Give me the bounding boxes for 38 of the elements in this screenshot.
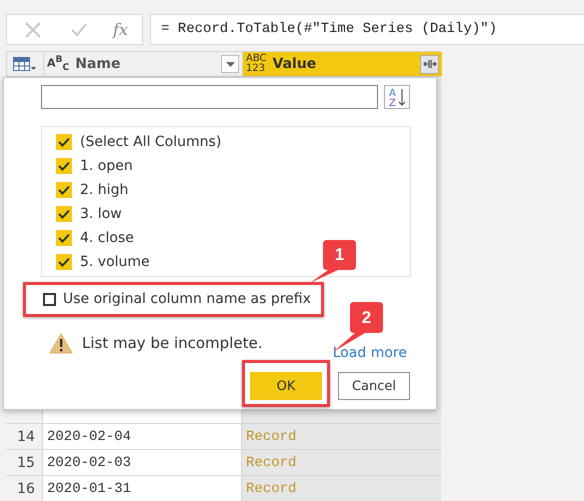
fx-button[interactable]: fx <box>113 20 128 39</box>
type-label: ABC 123 <box>246 54 267 74</box>
check-icon[interactable] <box>70 22 88 38</box>
checkbox[interactable] <box>43 292 56 306</box>
split-arrows-icon <box>422 59 436 69</box>
table-cell: Record <box>241 424 441 449</box>
table-menu-icon[interactable] <box>13 56 37 72</box>
load-more-link[interactable]: Load more <box>332 345 407 361</box>
warning-text: List may be incomplete. <box>82 334 262 352</box>
checkbox-label[interactable]: 3. low <box>80 206 122 222</box>
cancel-button[interactable]: Cancel <box>338 372 410 400</box>
checkbox[interactable] <box>56 206 72 222</box>
column-name: Value <box>272 56 318 72</box>
table-cell: 2020-02-04 <box>42 424 241 449</box>
search-field[interactable] <box>41 85 378 109</box>
expand-column-button[interactable] <box>420 54 439 74</box>
table-cell: Record <box>241 476 441 501</box>
formula-field[interactable]: = Record.ToTable(#"Time Series (Daily)") <box>150 14 584 45</box>
checkbox[interactable] <box>56 158 72 174</box>
warning-icon <box>49 332 73 354</box>
checkbox[interactable] <box>56 254 72 270</box>
checkbox-label[interactable]: (Select All Columns) <box>80 134 222 150</box>
checkbox[interactable] <box>56 182 72 198</box>
checkbox-label[interactable]: 4. close <box>80 230 134 246</box>
checkbox-label[interactable]: 5. volume <box>80 254 150 270</box>
column-header[interactable]: A$^{B}$$_{C}$ Name <box>43 52 242 76</box>
table-cell: 2020-01-31 <box>42 476 241 501</box>
table-cell: Record <box>241 450 441 475</box>
checkbox[interactable] <box>56 134 72 150</box>
filter-dropdown-button[interactable] <box>221 55 239 73</box>
ok-button[interactable]: OK <box>250 372 322 400</box>
checkbox-label[interactable]: 2. high <box>80 182 128 198</box>
checkbox-label[interactable]: Use original column name as prefix <box>63 291 311 307</box>
table-cell: 2020-02-03 <box>42 450 241 475</box>
caret-icon <box>226 62 234 66</box>
column-name: Name <box>75 56 122 72</box>
checkbox[interactable] <box>56 230 72 246</box>
checkbox-label[interactable]: 1. open <box>80 158 133 174</box>
